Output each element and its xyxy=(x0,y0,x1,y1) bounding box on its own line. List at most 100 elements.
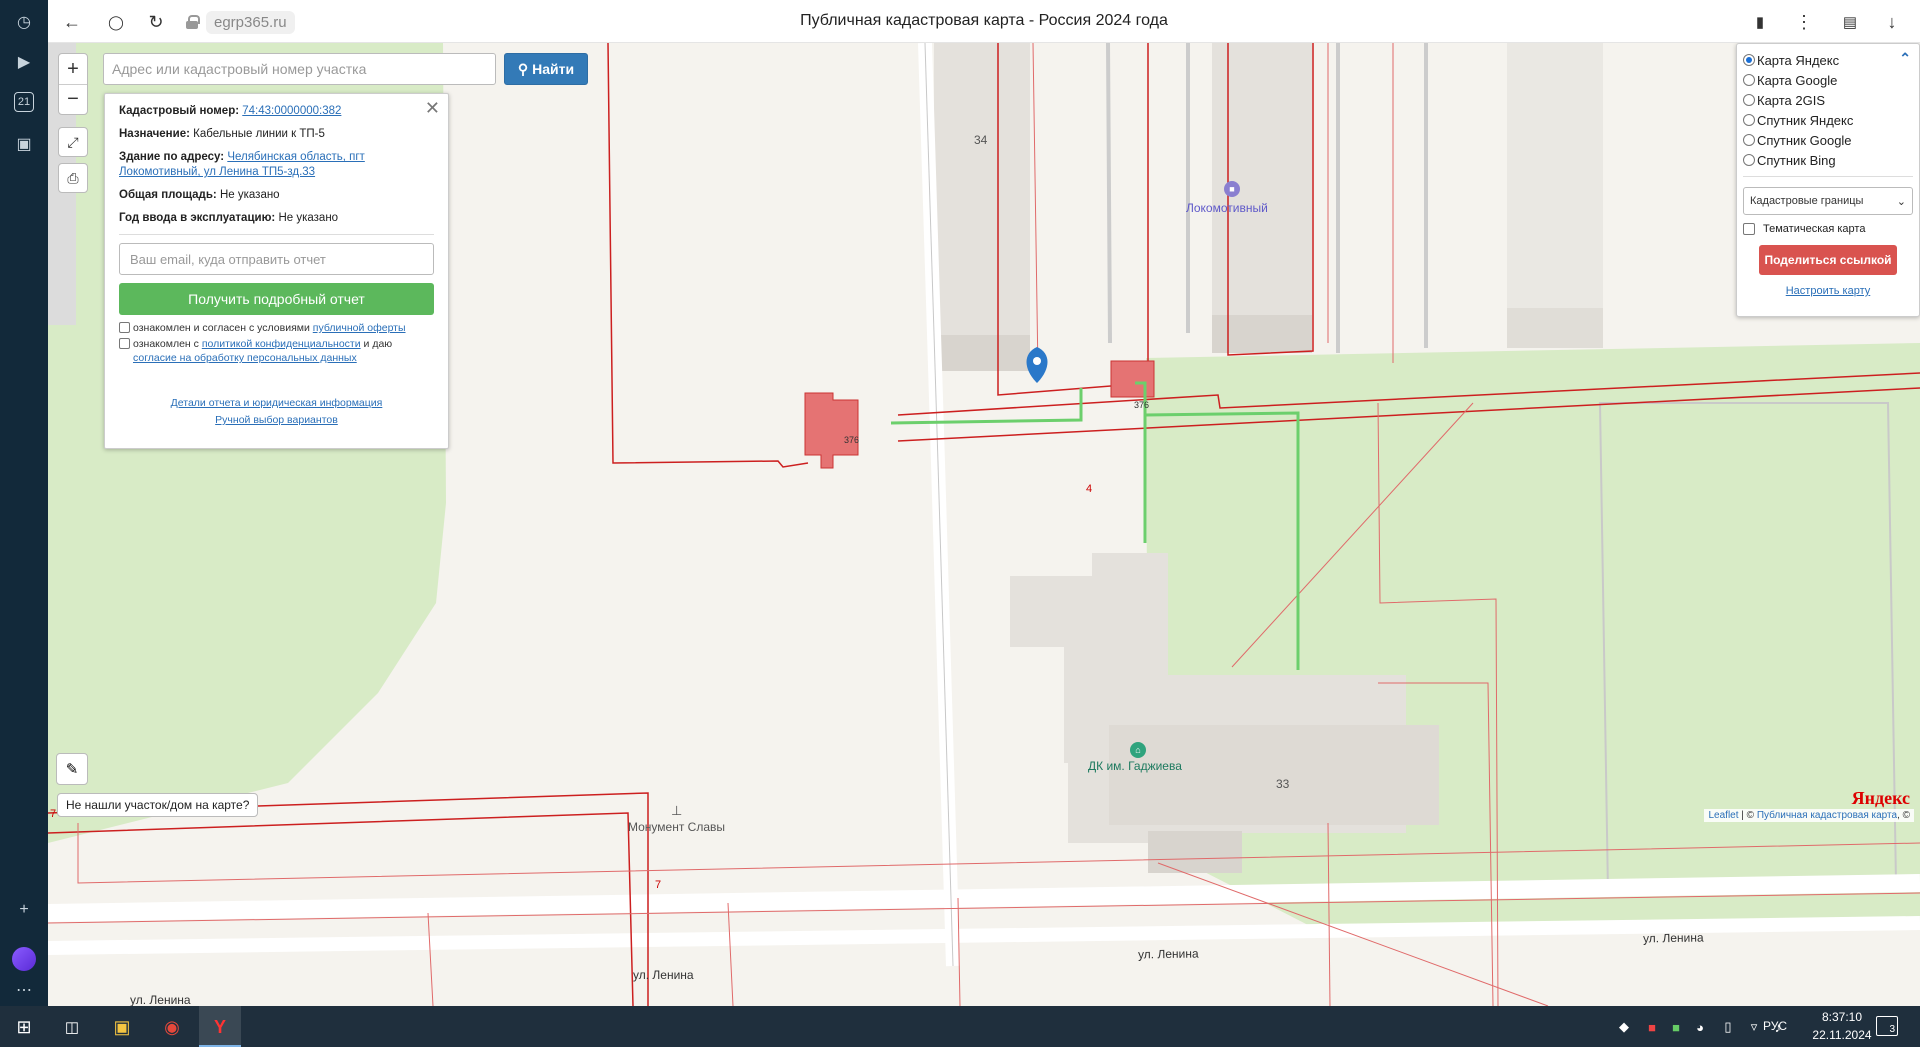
street-label-lenina-2: ул. Ленина xyxy=(1642,930,1704,946)
yandex-icon[interactable]: ◯ xyxy=(104,10,128,34)
find-button[interactable]: ⚲ Найти xyxy=(504,53,588,85)
print-icon[interactable]: ⎙ xyxy=(58,163,88,193)
yandex-logo[interactable]: Яндекс xyxy=(1852,788,1910,809)
layers-panel: ⌃ Карта Яндекс Карта Google Карта 2GIS С… xyxy=(1736,43,1920,317)
url-text[interactable]: egrp365.ru xyxy=(206,10,295,34)
menu-icon[interactable]: ⋮ xyxy=(1792,10,1816,34)
zoom-control: + − xyxy=(58,53,88,115)
poi-lokomotivny[interactable]: Локомотивный xyxy=(1186,201,1268,215)
setup-map-link[interactable]: Настроить карту xyxy=(1743,285,1913,297)
layer-option-google-satellite[interactable]: Спутник Google xyxy=(1743,130,1913,150)
file-explorer-icon[interactable]: ▣ xyxy=(110,1015,134,1039)
area-value: Не указано xyxy=(219,189,280,201)
network-icon[interactable]: ◕ xyxy=(1688,1015,1712,1039)
pkk-link[interactable]: Публичная кадастровая карта xyxy=(1757,810,1897,821)
area-label: Общая площадь: xyxy=(119,189,217,201)
privacy-link[interactable]: политикой конфиденциальности xyxy=(202,338,361,350)
layer-label: Спутник Google xyxy=(1757,132,1852,148)
play-icon[interactable]: ▶ xyxy=(12,50,36,74)
thematic-map-toggle[interactable]: Тематическая карта xyxy=(1743,223,1913,235)
thematic-label: Тематическая карта xyxy=(1763,223,1866,235)
calendar-badge[interactable]: 21 xyxy=(14,92,34,112)
search-input[interactable] xyxy=(103,53,496,85)
screen: ◷ ▶ 21 ▣ + ⋯ ← ◯ ↻ egrp365.ru Публичная … xyxy=(0,0,1920,1047)
leaflet-link[interactable]: Leaflet xyxy=(1708,810,1738,821)
collapse-chevron-icon[interactable]: ⌃ xyxy=(1899,50,1911,67)
layer-option-2gis-map[interactable]: Карта 2GIS xyxy=(1743,90,1913,110)
tray-app-icon[interactable]: ■ xyxy=(1640,1015,1664,1039)
more-icon[interactable]: ⋯ xyxy=(12,978,36,1002)
zoom-in-button[interactable]: + xyxy=(59,54,87,84)
street-label-lenina-3: ул. Ленина xyxy=(633,968,694,982)
camera-icon[interactable]: ▣ xyxy=(12,132,36,156)
parcel-label-7a: 7 xyxy=(50,808,57,820)
briefcase-icon: ■ xyxy=(1224,181,1240,197)
map-canvas[interactable]: 34 ■ Локомотивный ⌂ ДК им. Гаджиева 33 ⊥… xyxy=(48,43,1920,1006)
get-report-button[interactable]: Получить подробный отчет xyxy=(119,283,434,315)
divider xyxy=(119,234,434,235)
clock-date[interactable]: 22.11.2024 xyxy=(1806,1028,1878,1042)
not-found-button[interactable]: Не нашли участок/дом на карте? xyxy=(57,793,259,817)
browser-toolbar: ← ◯ ↻ egrp365.ru Публичная кадастровая к… xyxy=(48,0,1920,43)
thematic-checkbox[interactable] xyxy=(1743,223,1755,235)
history-icon[interactable]: ◷ xyxy=(12,10,36,34)
museum-icon: ⌂ xyxy=(1130,742,1146,758)
alice-icon[interactable] xyxy=(12,947,36,971)
add-panel-icon[interactable]: + xyxy=(12,898,36,922)
tray-app-icon[interactable]: ■ xyxy=(1664,1015,1688,1039)
tray-app-icon[interactable]: ◆ xyxy=(1612,1015,1636,1039)
overlay-select[interactable]: Кадастровые границы ⌄ xyxy=(1743,187,1913,215)
fullscreen-icon[interactable]: ⤢ xyxy=(58,127,88,157)
layer-option-yandex-map[interactable]: Карта Яндекс xyxy=(1743,50,1913,70)
chrome-icon[interactable]: ◉ xyxy=(160,1015,184,1039)
layer-option-google-map[interactable]: Карта Google xyxy=(1743,70,1913,90)
layer-option-yandex-satellite[interactable]: Спутник Яндекс xyxy=(1743,110,1913,130)
offer-checkbox[interactable] xyxy=(119,322,130,333)
language-indicator[interactable]: РУС xyxy=(1763,1019,1787,1033)
yandex-browser-icon[interactable]: Y xyxy=(208,1015,232,1039)
cadastral-label: Кадастровый номер: xyxy=(119,105,240,117)
download-icon[interactable]: ↓ xyxy=(1880,10,1904,34)
attribution-tail: , © xyxy=(1897,810,1910,821)
usb-icon[interactable]: ▯ xyxy=(1716,1015,1740,1039)
reload-icon[interactable]: ↻ xyxy=(144,10,168,34)
layer-label: Карта Google xyxy=(1757,72,1838,88)
email-field[interactable] xyxy=(119,243,434,275)
details-link[interactable]: Детали отчета и юридическая информация xyxy=(171,397,383,409)
poi-dk-gadzhieva[interactable]: ДК им. Гаджиева xyxy=(1088,759,1182,773)
layer-label: Карта Яндекс xyxy=(1757,52,1840,68)
radio-icon xyxy=(1743,54,1755,66)
privacy-checkbox[interactable] xyxy=(119,338,130,349)
manual-selection-link[interactable]: Ручной выбор вариантов xyxy=(215,414,338,426)
map-attribution: Leaflet | © Публичная кадастровая карта,… xyxy=(1704,809,1914,822)
parcel-label-7b: 7 xyxy=(655,879,662,891)
consent2-text: ознакомлен с xyxy=(133,338,199,350)
collections-icon[interactable]: ▤ xyxy=(1838,10,1862,34)
windows-start-icon[interactable]: ⊞ xyxy=(12,1015,36,1039)
address-bar[interactable]: egrp365.ru xyxy=(186,10,295,34)
poi-monument[interactable]: Монумент Славы xyxy=(628,820,725,834)
bookmark-icon[interactable]: ▮ xyxy=(1748,10,1772,34)
task-view-icon[interactable]: ◫ xyxy=(60,1015,84,1039)
find-button-label: Найти xyxy=(532,61,575,77)
offer-link[interactable]: публичной оферты xyxy=(313,322,406,334)
clock-time[interactable]: 8:37:10 xyxy=(1812,1010,1872,1024)
personal-data-link[interactable]: согласие на обработку персональных данны… xyxy=(133,352,357,364)
browser-sidebar: ◷ ▶ 21 ▣ + ⋯ xyxy=(0,0,48,1006)
close-icon[interactable]: ✕ xyxy=(425,98,440,119)
year-value: Не указано xyxy=(278,212,339,224)
street-label-lenina-1: ул. Ленина xyxy=(1137,946,1199,962)
consent2-mid: и даю xyxy=(363,338,393,350)
cadastral-number-link[interactable]: 74:43:0000000:382 xyxy=(242,105,341,117)
page-title: Публичная кадастровая карта - Россия 202… xyxy=(800,12,1168,29)
layer-label: Спутник Bing xyxy=(1757,152,1836,168)
back-icon[interactable]: ← xyxy=(60,10,84,34)
layer-option-bing-satellite[interactable]: Спутник Bing xyxy=(1743,150,1913,170)
street-label-lenina-4: ул. Ленина xyxy=(130,993,191,1006)
notification-icon[interactable]: 3 xyxy=(1876,1016,1898,1036)
share-link-button[interactable]: Поделиться ссылкой xyxy=(1759,245,1897,275)
zoom-out-button[interactable]: − xyxy=(59,84,87,114)
ruler-icon[interactable]: ✎ xyxy=(56,753,88,785)
consent1-text: ознакомлен и согласен с условиями xyxy=(133,322,310,334)
purpose-label: Назначение: xyxy=(119,128,190,140)
